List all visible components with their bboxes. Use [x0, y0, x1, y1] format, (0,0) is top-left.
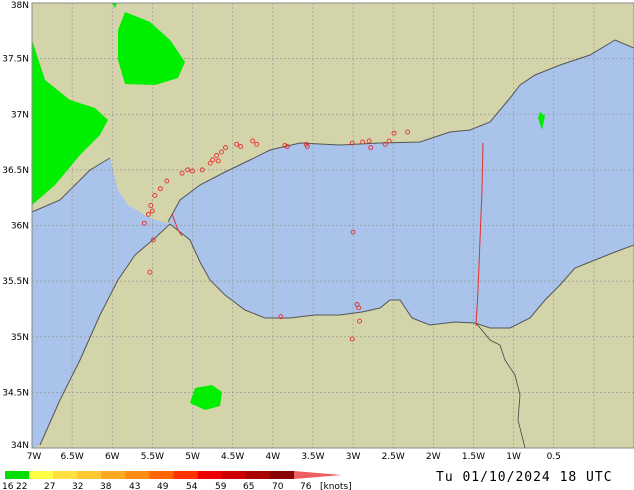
- lat-label: 36N: [11, 222, 29, 232]
- lon-label: 2.5W: [382, 452, 405, 462]
- lon-label: 5W: [185, 452, 200, 462]
- wind-map: 7W 6.5W 6W 5.5W 5W 4.5W 4W 3.5W 3W 2.5W 2W 1.5W 1W 0.…: [0, 0, 634, 490]
- legend-swatch: [101, 471, 126, 479]
- lon-label: 6.5W: [61, 452, 84, 462]
- forecast-timestamp: Tu 01/10/2024 18 UTC: [436, 470, 613, 485]
- legend-label: 22: [16, 482, 27, 490]
- legend-label: 27: [44, 482, 55, 490]
- legend-swatch: [221, 471, 247, 479]
- lon-label: 7W: [27, 452, 42, 462]
- lat-label: 37.5N: [2, 55, 29, 65]
- legend-swatch: [125, 471, 150, 479]
- legend-label: 32: [72, 482, 83, 490]
- lon-label: 1W: [506, 452, 521, 462]
- legend-swatch: [173, 471, 199, 479]
- lon-label: 2W: [426, 452, 441, 462]
- legend-swatch: [149, 471, 175, 479]
- legend-swatch: [5, 471, 30, 479]
- lon-label: 6W: [105, 452, 120, 462]
- legend-swatch: [29, 471, 54, 479]
- lon-label: 4W: [265, 452, 280, 462]
- legend-label: 70: [272, 482, 284, 490]
- legend-label: 59: [215, 482, 227, 490]
- lon-label: 1.5W: [462, 452, 485, 462]
- lat-label: 37N: [11, 110, 29, 120]
- legend-label: 43: [129, 482, 140, 490]
- lon-label: 4.5W: [221, 452, 244, 462]
- lon-label: 5.5W: [141, 452, 164, 462]
- lat-label: 34.5N: [2, 388, 29, 398]
- lon-label: 3W: [346, 452, 361, 462]
- legend-swatch: [53, 471, 78, 479]
- legend-swatch: [77, 471, 102, 479]
- legend-label: [knots]: [320, 482, 352, 490]
- lon-label: 3.5W: [301, 452, 324, 462]
- legend-label: 54: [186, 482, 198, 490]
- legend-label: 76: [300, 482, 312, 490]
- lat-label: 35.5N: [2, 277, 29, 287]
- legend-swatch: [197, 471, 223, 479]
- lat-label: 35N: [11, 333, 29, 343]
- lat-label: 34N: [11, 441, 29, 451]
- lon-label: 0.5: [547, 452, 561, 462]
- legend-swatch: [245, 471, 271, 479]
- legend-swatch: [269, 471, 295, 479]
- legend-label: 49: [157, 482, 169, 490]
- lat-label: 38N: [11, 1, 29, 11]
- legend-label: 16: [2, 482, 14, 490]
- legend-label: 65: [243, 482, 254, 490]
- legend-label: 38: [100, 482, 112, 490]
- lat-label: 36.5N: [2, 166, 29, 176]
